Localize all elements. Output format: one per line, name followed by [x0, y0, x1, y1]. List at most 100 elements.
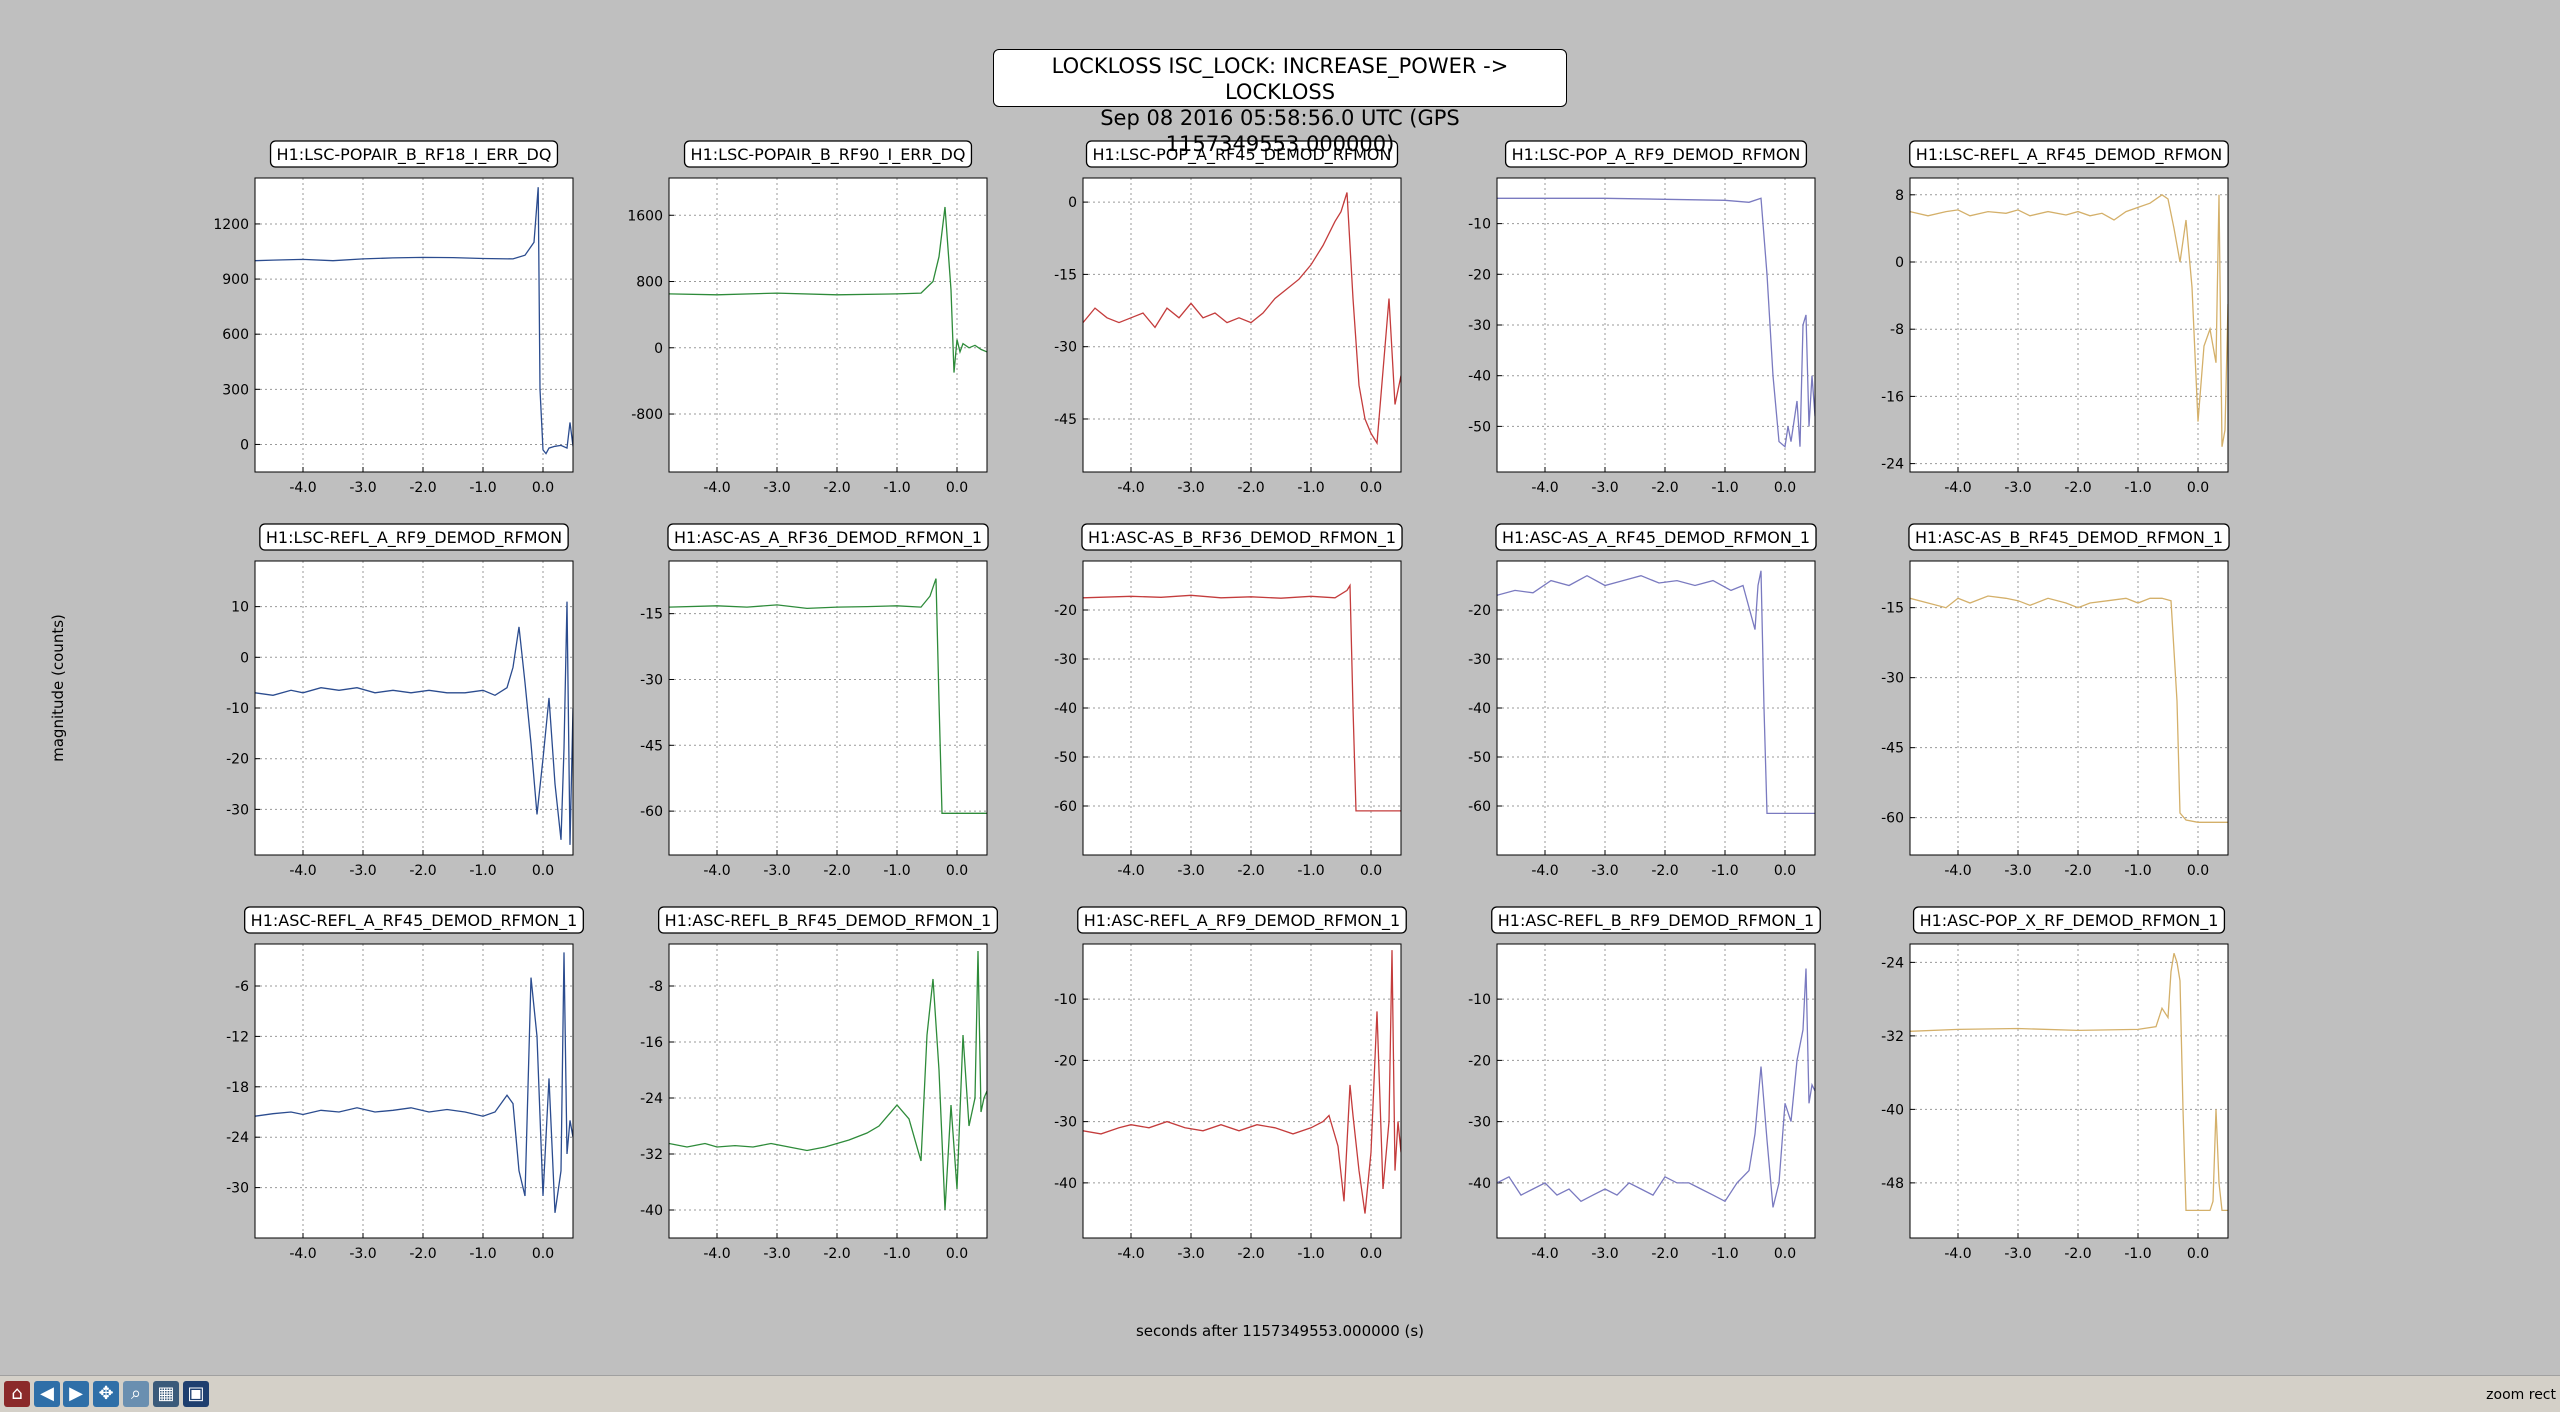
y-tick-label: -10	[1054, 992, 1077, 1008]
x-tick-label: -2.0	[2064, 1246, 2091, 1262]
x-tick-label: -4.0	[703, 863, 730, 879]
x-tick-label: -3.0	[349, 863, 376, 879]
y-tick-label: -8	[1890, 322, 1904, 338]
y-tick-label: -16	[640, 1035, 663, 1051]
zoom-icon[interactable]: ⌕	[123, 1381, 149, 1407]
x-tick-label: -4.0	[1531, 863, 1558, 879]
subplot-13: -4.0 -3.0 -2.0 -1.0 0.0 -40 -30 -20 -10 H1:ASC-RE…	[1054, 906, 1407, 1262]
x-tick-label: -4.0	[289, 863, 316, 879]
x-tick-label: 0.0	[532, 480, 554, 496]
x-tick-label: -1.0	[1711, 480, 1738, 496]
y-tick-label: -18	[226, 1080, 249, 1096]
x-tick-label: -3.0	[2004, 480, 2031, 496]
subplot-9: -4.0 -3.0 -2.0 -1.0 0.0 -60 -50 -40 -30 -20 H1:ASC…	[1468, 523, 1817, 879]
x-tick-label: -2.0	[409, 1246, 436, 1262]
y-tick-label: -40	[1468, 1176, 1491, 1192]
subplot-8: -4.0 -3.0 -2.0 -1.0 0.0 -60 -50 -40 -30 -20 H1:ASC…	[1054, 523, 1403, 879]
x-tick-label: -4.0	[1944, 863, 1971, 879]
y-tick-label: -30	[1054, 1115, 1077, 1131]
x-tick-label: -3.0	[1591, 1246, 1618, 1262]
x-tick-label: -4.0	[1117, 1246, 1144, 1262]
x-tick-label: -2.0	[409, 863, 436, 879]
x-tick-label: -2.0	[409, 480, 436, 496]
navigation-toolbar: ⌂ ◀ ▶ ✥ ⌕ ▦ ▣ zoom rect	[0, 1375, 2560, 1412]
x-tick-label: 0.0	[1360, 863, 1382, 879]
x-tick-label: 0.0	[1360, 1246, 1382, 1262]
y-tick-label: -32	[640, 1147, 663, 1163]
home-icon[interactable]: ⌂	[4, 1381, 30, 1407]
x-tick-label: -4.0	[1531, 480, 1558, 496]
x-tick-label: -3.0	[349, 1246, 376, 1262]
y-tick-label: 0	[654, 341, 663, 357]
subplot-title: H1:LSC-POPAIR_B_RF90_I_ERR_DQ	[691, 145, 966, 165]
subplot-title: H1:ASC-REFL_B_RF9_DEMOD_RFMON_1	[1498, 911, 1814, 931]
y-tick-label: -60	[1054, 799, 1077, 815]
y-tick-label: -24	[226, 1130, 249, 1146]
x-tick-label: -1.0	[469, 863, 496, 879]
y-tick-label: 0	[240, 650, 249, 666]
y-tick-label: -30	[226, 1181, 249, 1197]
x-tick-label: -3.0	[1177, 1246, 1204, 1262]
y-tick-label: 800	[636, 275, 663, 291]
figure-canvas: -4.0 -3.0 -2.0 -1.0 0.0 0 300 600 900 1200 H1:LSC-…	[0, 0, 2560, 1375]
subplot-title: H1:ASC-AS_A_RF36_DEMOD_RFMON_1	[674, 528, 982, 548]
x-tick-label: -2.0	[2064, 480, 2091, 496]
y-tick-label: -60	[640, 804, 663, 820]
x-tick-label: -2.0	[1651, 1246, 1678, 1262]
subplot-4: -4.0 -3.0 -2.0 -1.0 0.0-50-40-30-20-10H1:LSC…	[1468, 140, 1816, 496]
subplot-title: H1:ASC-REFL_B_RF45_DEMOD_RFMON_1	[665, 911, 992, 931]
x-tick-label: 0.0	[2187, 863, 2209, 879]
x-tick-label: -3.0	[1177, 863, 1204, 879]
x-tick-label: -2.0	[2064, 863, 2091, 879]
x-tick-label: -3.0	[763, 863, 790, 879]
y-tick-label: -60	[1881, 811, 1904, 827]
x-tick-label: -2.0	[1237, 863, 1264, 879]
y-tick-label: -24	[1881, 955, 1904, 971]
y-tick-label: -30	[1468, 652, 1491, 668]
y-tick-label: -30	[1054, 652, 1077, 668]
subplot-title: H1:ASC-REFL_A_RF45_DEMOD_RFMON_1	[251, 911, 578, 931]
y-tick-label: -45	[640, 738, 663, 754]
x-tick-label: -1.0	[1711, 863, 1738, 879]
subplot-14: -4.0 -3.0 -2.0 -1.0 0.0 -40 -30 -20 -10 H1:ASC-RE…	[1468, 906, 1821, 1262]
x-tick-label: 0.0	[1774, 863, 1796, 879]
x-tick-label: -2.0	[823, 1246, 850, 1262]
toolbar-status: zoom rect	[2486, 1387, 2556, 1403]
save-icon[interactable]: ▣	[183, 1381, 209, 1407]
y-tick-label: -40	[1054, 701, 1077, 717]
x-tick-label: -2.0	[1237, 480, 1264, 496]
subplot-grid: -4.0 -3.0 -2.0 -1.0 0.0 0 300 600 900 1200 H1:LSC-…	[213, 140, 2230, 1262]
y-tick-label: 0	[1068, 195, 1077, 211]
subplot-title: H1:LSC-POPAIR_B_RF18_I_ERR_DQ	[277, 145, 552, 165]
subplot-title: H1:ASC-POP_X_RF_DEMOD_RFMON_1	[1920, 911, 2219, 931]
y-tick-label: -40	[1881, 1102, 1904, 1118]
y-tick-label: -30	[226, 802, 249, 818]
x-tick-label: -3.0	[1177, 480, 1204, 496]
y-tick-label: -10	[226, 701, 249, 717]
y-tick-label: -30	[1468, 1115, 1491, 1131]
x-tick-label: 0.0	[1774, 480, 1796, 496]
x-tick-label: -4.0	[289, 480, 316, 496]
configure-subplots-icon[interactable]: ▦	[153, 1381, 179, 1407]
x-tick-label: -1.0	[469, 480, 496, 496]
pan-icon[interactable]: ✥	[93, 1381, 119, 1407]
y-tick-label: -24	[640, 1091, 663, 1107]
x-tick-label: -4.0	[1117, 480, 1144, 496]
y-tick-label: -10	[1468, 992, 1491, 1008]
y-tick-label: -24	[1881, 457, 1904, 473]
x-tick-label: -1.0	[883, 480, 910, 496]
y-tick-label: -8	[649, 979, 663, 995]
x-tick-label: -1.0	[2124, 1246, 2151, 1262]
y-tick-label: -40	[1054, 1176, 1077, 1192]
y-tick-label: -40	[1468, 369, 1491, 385]
subplot-6: -4.0 -3.0 -2.0 -1.0 0.0 -30 -20 -10 0 10 H1:LSC-RE…	[226, 523, 574, 879]
y-tick-label: 10	[231, 600, 249, 616]
y-tick-label: -16	[1881, 389, 1904, 405]
x-tick-label: -1.0	[883, 863, 910, 879]
subplot-11: -4.0 -3.0 -2.0 -1.0 0.0 -30 -24 -18 -12 -6 H1:ASC-…	[226, 906, 584, 1262]
subplot-5: -4.0 -3.0 -2.0 -1.0 0.0 -24 -16 -8 0 8 H1:LSC-REFL…	[1881, 140, 2229, 496]
x-tick-label: 0.0	[946, 1246, 968, 1262]
forward-icon[interactable]: ▶	[63, 1381, 89, 1407]
back-icon[interactable]: ◀	[34, 1381, 60, 1407]
subplot-title: H1:ASC-AS_A_RF45_DEMOD_RFMON_1	[1502, 528, 1810, 548]
